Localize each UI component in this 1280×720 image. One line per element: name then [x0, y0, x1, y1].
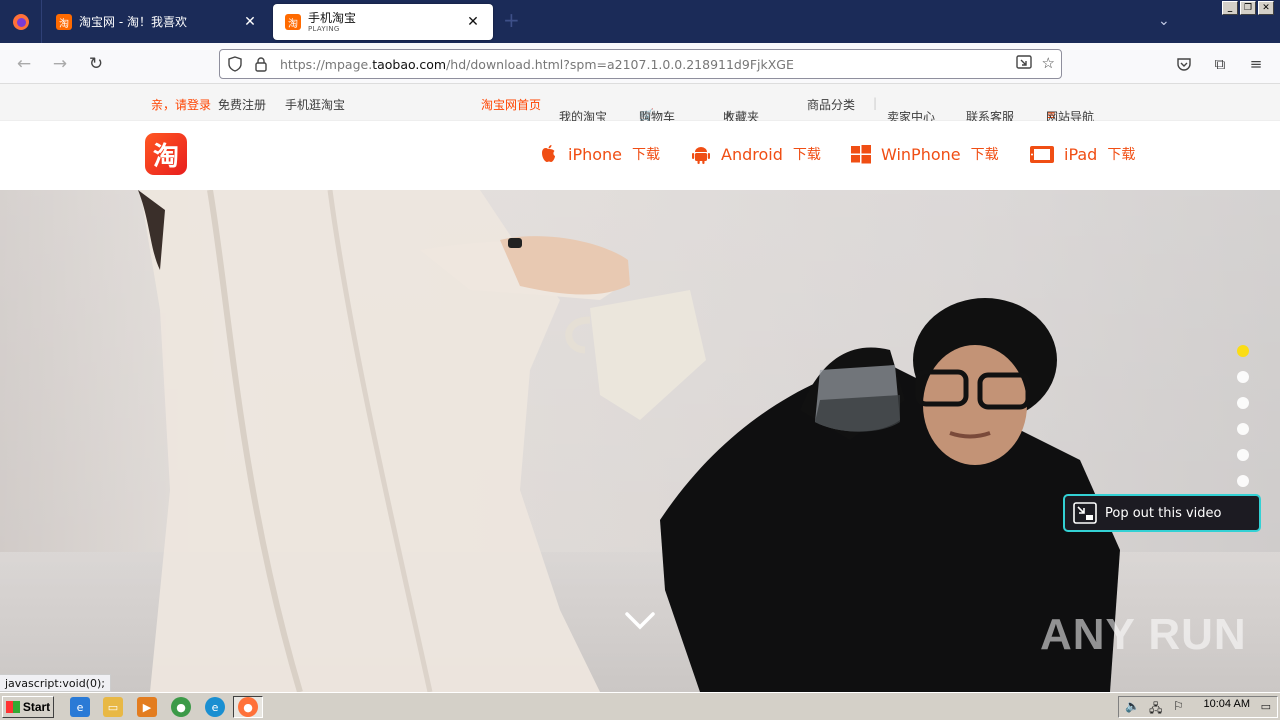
- android-download-link[interactable]: Android 下载: [690, 143, 821, 165]
- slide-dot-3[interactable]: [1237, 397, 1249, 409]
- login-link[interactable]: 亲，请登录: [151, 96, 211, 113]
- android-icon: [692, 147, 710, 164]
- tab-playing-label: PLAYING: [308, 24, 340, 33]
- list-all-tabs-chevron-icon[interactable]: ⌄: [1158, 13, 1170, 29]
- taobao-site-nav: 亲，请登录 免费注册 手机逛淘宝 淘宝网首页 我的淘宝 ⌄ 🛒 购物车 ⌄ ★ 收藏…: [0, 84, 1280, 124]
- ie-icon[interactable]: e: [70, 697, 90, 717]
- chevron-down-icon: ⌄: [729, 108, 737, 118]
- windows-logo-icon: [5, 701, 20, 713]
- navigation-toolbar: ← → ↻ https://mpage.taobao.com/hd/downlo…: [0, 43, 1280, 84]
- shield-icon[interactable]: [224, 53, 246, 75]
- tab-title: 手机淘宝: [308, 11, 357, 25]
- picture-in-picture-icon: [1073, 502, 1097, 524]
- tab-taobao-home[interactable]: 淘 淘宝网 - 淘！我喜欢 ✕: [44, 4, 270, 40]
- firefox-menu-button[interactable]: [0, 0, 42, 43]
- media-player-icon[interactable]: ▶: [137, 697, 157, 717]
- slide-dot-4[interactable]: [1237, 423, 1249, 435]
- url-bar[interactable]: https://mpage.taobao.com/hd/download.htm…: [219, 49, 1062, 79]
- tab-mobile-taobao[interactable]: 淘 手机淘宝 PLAYING ✕: [273, 4, 493, 40]
- slide-dot-6[interactable]: [1237, 475, 1249, 487]
- close-window-icon[interactable]: ✕: [1258, 1, 1274, 15]
- taobao-home-link[interactable]: 淘宝网首页: [481, 96, 541, 113]
- windows-icon: [851, 145, 871, 164]
- start-button[interactable]: Start: [2, 696, 54, 718]
- volume-icon[interactable]: 🔈: [1125, 699, 1140, 713]
- chevron-down-icon: ⌄: [1052, 108, 1060, 118]
- bookmark-star-icon[interactable]: ☆: [1042, 54, 1055, 74]
- system-tray: 🔈 🖧 ⚐ ▭: [1118, 696, 1278, 718]
- slide-dot-2[interactable]: [1237, 371, 1249, 383]
- url-text[interactable]: https://mpage.taobao.com/hd/download.htm…: [280, 57, 1016, 72]
- ipad-download-link[interactable]: iPad 下载: [1029, 143, 1135, 165]
- lock-icon[interactable]: [250, 53, 272, 75]
- chevron-down-icon: ⌄: [972, 108, 980, 118]
- taskbar-clock: 10:04 AM: [1203, 698, 1250, 710]
- pop-out-video-button[interactable]: Pop out this video: [1063, 494, 1261, 532]
- chevron-down-icon: ⌄: [645, 108, 653, 118]
- taobao-favicon-icon: 淘: [285, 14, 301, 30]
- winphone-download-link[interactable]: WinPhone 下载: [850, 143, 999, 165]
- ipad-icon: [1030, 146, 1054, 163]
- window-controls: _ ❐ ✕: [1222, 1, 1274, 15]
- tab-strip: 淘 淘宝网 - 淘！我喜欢 ✕ 淘 手机淘宝 PLAYING ✕ + ⌄ _ ❐…: [0, 0, 1280, 43]
- chrome-icon[interactable]: ●: [171, 697, 191, 717]
- restore-window-icon[interactable]: ❐: [1240, 1, 1256, 15]
- slide-dot-5[interactable]: [1237, 449, 1249, 461]
- close-tab-icon[interactable]: ✕: [463, 14, 483, 30]
- register-link[interactable]: 免费注册: [218, 96, 266, 113]
- apple-icon: [542, 145, 555, 162]
- windows-taskbar: Start e ▭ ▶ ● e ● 🔈 🖧 ⚐ ▭ 10:04 AM: [0, 692, 1280, 720]
- taobao-favicon-icon: 淘: [56, 14, 72, 30]
- folder-icon[interactable]: ▭: [103, 697, 123, 717]
- download-header: 淘 iPhone 下载 Android 下载 WinPhone 下载 iPad 下载: [0, 121, 1280, 190]
- anyrun-watermark: ANY RUN: [1040, 610, 1247, 659]
- minimize-window-icon[interactable]: _: [1222, 1, 1238, 15]
- close-tab-icon[interactable]: ✕: [240, 14, 260, 30]
- extensions-puzzle-icon[interactable]: ⧉: [1210, 54, 1230, 74]
- firefox-taskbar-icon[interactable]: ●: [238, 697, 258, 717]
- flag-icon[interactable]: ⚐: [1173, 699, 1184, 713]
- tab-title: 淘宝网 - 淘！我喜欢: [79, 15, 187, 29]
- firefox-icon: [12, 13, 29, 30]
- pop-out-label: Pop out this video: [1105, 505, 1222, 521]
- network-icon[interactable]: 🖧: [1149, 699, 1162, 720]
- hero-video[interactable]: ANY RUN: [0, 190, 1280, 692]
- show-desktop-icon[interactable]: ▭: [1261, 700, 1271, 713]
- nav-divider: |: [873, 96, 878, 110]
- hamburger-menu-icon[interactable]: ≡: [1246, 54, 1266, 74]
- forward-arrow-icon[interactable]: →: [48, 52, 72, 76]
- taobao-logo[interactable]: 淘: [145, 133, 187, 175]
- pocket-icon[interactable]: [1174, 54, 1194, 74]
- reload-icon[interactable]: ↻: [84, 52, 108, 76]
- reader-mode-icon[interactable]: [1015, 54, 1034, 74]
- back-arrow-icon[interactable]: ←: [12, 52, 36, 76]
- categories-link[interactable]: 商品分类: [807, 96, 855, 113]
- link-status-bar: javascript:void(0);: [0, 674, 111, 692]
- iphone-download-link[interactable]: iPhone 下载: [537, 143, 660, 165]
- chevron-down-icon: ⌄: [565, 108, 573, 118]
- chevron-down-icon: ⌄: [893, 108, 901, 118]
- slide-pagination: [1237, 345, 1249, 501]
- edge-icon[interactable]: e: [205, 697, 225, 717]
- mobile-taobao-link[interactable]: 手机逛淘宝: [285, 96, 345, 113]
- new-tab-plus-icon[interactable]: +: [503, 10, 520, 30]
- slide-dot-1[interactable]: [1237, 345, 1249, 357]
- scroll-down-chevron-icon[interactable]: [624, 610, 656, 632]
